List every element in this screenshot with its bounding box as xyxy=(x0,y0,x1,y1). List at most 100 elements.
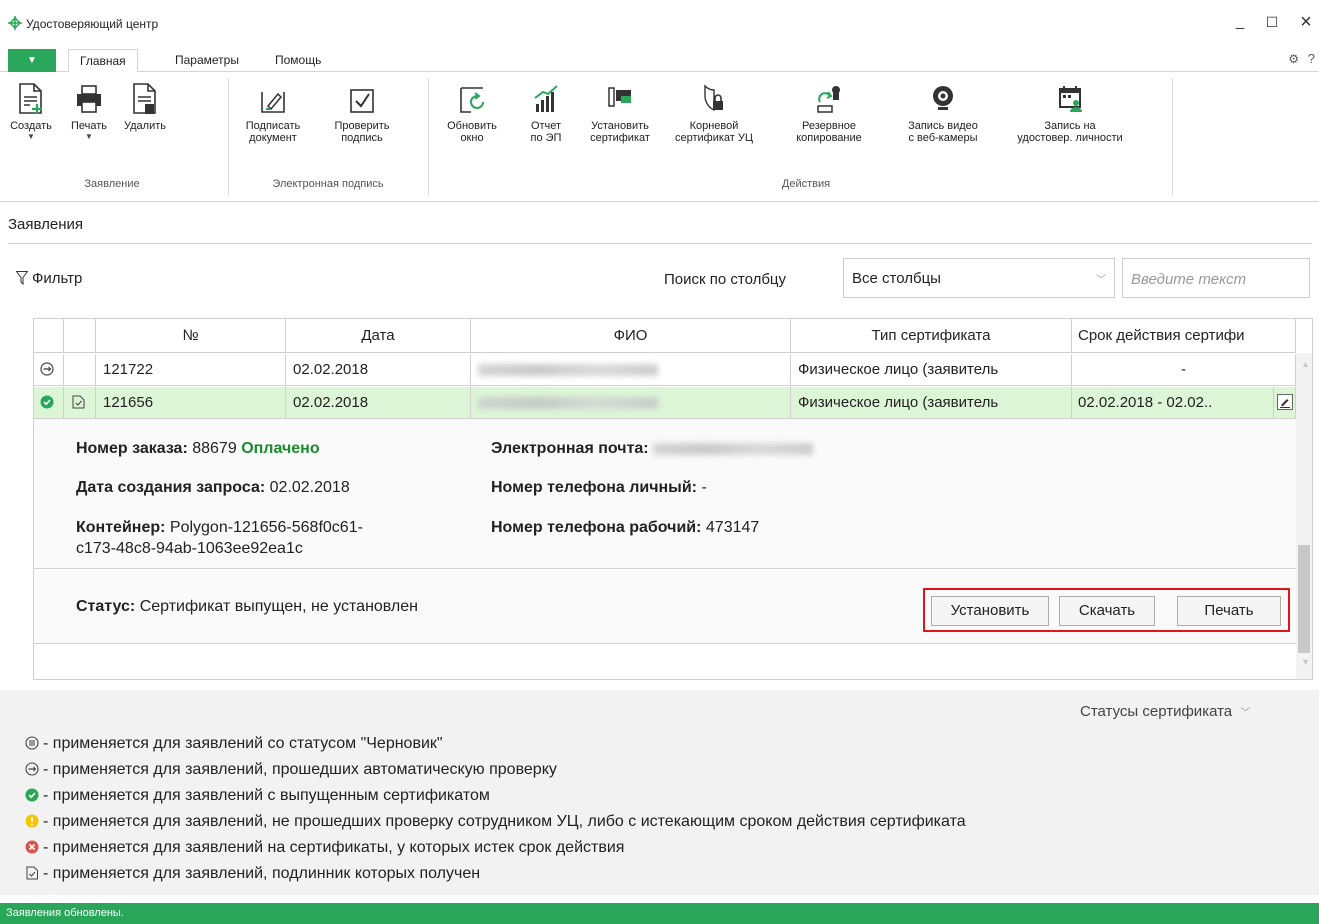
backup-button[interactable]: Резервное копирование xyxy=(792,82,866,144)
delete-label: Удалить xyxy=(124,120,166,132)
cert-type-cell: Физическое лицо (заявитель xyxy=(791,354,1072,386)
column-header-name[interactable]: ФИО xyxy=(471,319,791,353)
container: Контейнер: Polygon-121656-568f0c61- c173… xyxy=(76,517,363,559)
legend-item-auto-checked: - применяется для заявлений, прошедших а… xyxy=(25,761,557,779)
install-label-1: Установить xyxy=(591,120,649,132)
legend-text: - применяется для заявлений со статусом … xyxy=(43,735,443,752)
id-record-button[interactable]: Запись на удостовер. личности xyxy=(1010,82,1130,144)
search-column-select[interactable]: Все столбцы ﹀ xyxy=(843,258,1115,298)
legend-item-expired: - применяется для заявлений на сертифика… xyxy=(25,839,624,857)
date-cell: 02.02.2018 xyxy=(286,354,471,386)
window-title: Удостоверяющий центр xyxy=(26,17,159,31)
status-bar: Заявления обновлены. xyxy=(0,903,1319,924)
sign-icon xyxy=(261,92,285,113)
legend-item-warning: - применяется для заявлений, не прошедши… xyxy=(25,813,966,831)
search-column-label: Поиск по столбцу xyxy=(664,271,787,288)
install-certificate-button[interactable]: Установить сертификат xyxy=(584,82,656,144)
group-label-signature: Электронная подпись xyxy=(272,178,384,190)
app-logo-icon xyxy=(8,16,22,30)
warning-icon xyxy=(25,814,39,828)
column-header-status[interactable] xyxy=(34,319,64,353)
computer-icon xyxy=(608,87,631,107)
help-icon[interactable]: ? xyxy=(1308,51,1315,66)
filter-label: Фильтр xyxy=(32,270,83,287)
column-header-validity[interactable]: Срок действия сертифи xyxy=(1072,319,1296,353)
scroll-up-arrow[interactable]: ▲ xyxy=(1301,359,1310,369)
issued-check-icon xyxy=(25,788,39,802)
print-label: Печать xyxy=(70,120,108,132)
group-separator xyxy=(428,78,429,196)
root-certificate-button[interactable]: Корневой сертификат УЦ xyxy=(672,82,756,144)
divider xyxy=(8,243,1312,244)
legend-item-original: - применяется для заявлений, подлинник к… xyxy=(25,865,480,883)
paid-status: Оплачено xyxy=(241,440,320,457)
printer-icon xyxy=(77,85,101,113)
install-button[interactable]: Установить xyxy=(931,596,1049,626)
original-received-icon xyxy=(72,395,85,409)
original-cell xyxy=(64,387,96,419)
personal-phone-value: - xyxy=(701,479,707,496)
print-certificate-button[interactable]: Печать xyxy=(1177,596,1281,626)
draft-icon xyxy=(25,736,39,750)
verify-label-2: подпись xyxy=(341,132,383,144)
video-label-2: с веб-камеры xyxy=(908,132,978,144)
app-menu-button[interactable]: ▼ xyxy=(8,49,56,72)
legend-text: - применяется для заявлений с выпущенным… xyxy=(43,787,490,804)
create-button[interactable]: Создать ▼ xyxy=(4,82,58,142)
settings-icon[interactable]: ⚙ xyxy=(1288,52,1299,66)
tab-main[interactable]: Главная xyxy=(68,49,138,73)
sign-label-2: документ xyxy=(249,132,297,144)
group-separator xyxy=(1172,78,1173,196)
work-phone: Номер телефона рабочий: 473147 xyxy=(491,517,759,538)
group-separator xyxy=(228,78,229,196)
highlight-frame: Установить Скачать Печать xyxy=(923,588,1290,632)
print-button[interactable]: Печать ▼ xyxy=(62,82,116,142)
status-cell xyxy=(34,387,64,419)
record-video-button[interactable]: Запись видео с веб-камеры xyxy=(902,82,984,144)
order-number-value: 88679 xyxy=(192,440,237,457)
maximize-button[interactable]: ☐ xyxy=(1262,12,1282,32)
edit-validity-button[interactable] xyxy=(1274,387,1296,419)
caret-down-icon: ▼ xyxy=(85,132,93,141)
number-cell: 121722 xyxy=(96,354,286,386)
column-header-date[interactable]: Дата xyxy=(286,319,471,353)
funnel-icon xyxy=(16,271,28,285)
container-value-1: Polygon-121656-568f0c61- xyxy=(169,519,363,536)
tab-help[interactable]: Помощь xyxy=(264,49,332,72)
close-button[interactable]: × xyxy=(1296,12,1316,32)
ribbon-tabs: ▼ Главная Параметры Помощь ⚙ ? xyxy=(0,46,1319,73)
email: Электронная почта: xyxy=(491,438,814,459)
calendar-person-icon xyxy=(1059,86,1082,112)
legend-toggle[interactable]: Статусы сертификата ﹀ xyxy=(1080,703,1250,720)
video-label-1: Запись видео xyxy=(908,120,978,132)
search-input[interactable]: Введите текст xyxy=(1122,258,1310,298)
column-header-cert-type[interactable]: Тип сертификата xyxy=(791,319,1072,353)
number-cell: 121656 xyxy=(96,387,286,419)
column-header-original[interactable] xyxy=(64,319,96,353)
report-button[interactable]: Отчет по ЭП xyxy=(526,82,566,144)
column-header-number[interactable]: № xyxy=(96,319,286,353)
tab-parameters[interactable]: Параметры xyxy=(164,49,250,72)
legend-text: - применяется для заявлений, подлинник к… xyxy=(43,865,481,882)
delete-button[interactable]: Удалить xyxy=(118,82,172,132)
redacted-text xyxy=(478,397,658,410)
scroll-down-arrow[interactable]: ▼ xyxy=(1301,657,1310,667)
legend-item-issued: - применяется для заявлений с выпущенным… xyxy=(25,787,490,805)
download-button[interactable]: Скачать xyxy=(1059,596,1155,626)
chevron-down-icon: ﹀ xyxy=(1240,708,1251,719)
scrollbar-thumb[interactable] xyxy=(1298,545,1310,653)
verify-signature-button[interactable]: Проверить подпись xyxy=(330,82,394,144)
install-label-2: сертификат xyxy=(590,132,650,144)
backup-label-2: копирование xyxy=(796,132,862,144)
redacted-email xyxy=(653,442,814,455)
refresh-window-button[interactable]: Обновить окно xyxy=(444,82,500,144)
filter-button[interactable]: Фильтр xyxy=(16,270,82,287)
sign-document-button[interactable]: Подписать документ xyxy=(238,82,308,144)
redacted-text xyxy=(478,364,658,377)
group-label-actions: Действия xyxy=(781,178,831,190)
expired-x-icon xyxy=(25,840,39,854)
request-date-value: 02.02.2018 xyxy=(269,479,350,496)
details-panel: Номер заказа: 88679 Оплачено Дата создан… xyxy=(34,419,1296,569)
minimize-button[interactable]: _ xyxy=(1230,12,1250,32)
id-record-label-2: удостовер. личности xyxy=(1017,132,1123,144)
